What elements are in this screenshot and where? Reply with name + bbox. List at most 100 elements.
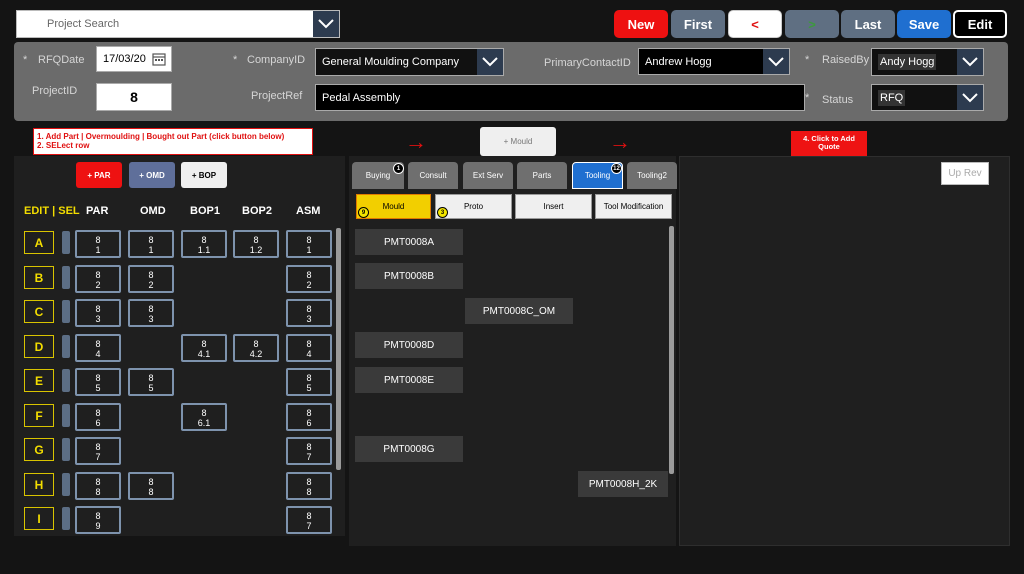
part-cell-asm[interactable]: 87 xyxy=(286,437,332,465)
tool-item[interactable]: PMT0008C_OM xyxy=(465,298,573,324)
part-cell-number: 7 xyxy=(95,452,101,462)
part-cell-project: 8 xyxy=(253,339,259,349)
new-button[interactable]: New xyxy=(614,10,668,38)
row-select-handle[interactable] xyxy=(62,404,70,427)
row-select-handle[interactable] xyxy=(62,473,70,496)
row-select-handle[interactable] xyxy=(62,507,70,530)
add-quote-line-2: Quote xyxy=(818,142,840,151)
part-cell-asm[interactable]: 87 xyxy=(286,506,332,534)
part-cell-number: 8 xyxy=(95,487,101,497)
chevron-down-icon[interactable] xyxy=(477,49,503,75)
rfqdate-field[interactable]: 17/03/20 xyxy=(96,46,172,72)
col-header-bop2: BOP2 xyxy=(242,205,272,217)
contact-select[interactable]: Andrew Hogg xyxy=(638,48,790,75)
tab-consult[interactable]: Consult xyxy=(408,162,458,189)
part-cell-par[interactable]: 85 xyxy=(75,368,121,396)
part-cell-par[interactable]: 89 xyxy=(75,506,121,534)
tool-item[interactable]: PMT0008G xyxy=(355,436,463,462)
row-select-handle[interactable] xyxy=(62,369,70,392)
part-cell-bop1[interactable]: 8 6.1 xyxy=(181,403,227,431)
part-cell-project: 8 xyxy=(306,270,312,280)
save-button[interactable]: Save xyxy=(897,10,951,38)
part-cell-bop1[interactable]: 8 1.1 xyxy=(181,230,227,258)
status-select[interactable]: RFQ xyxy=(871,84,984,111)
part-cell-omd[interactable]: 88 xyxy=(128,472,174,500)
part-cell-asm[interactable]: 83 xyxy=(286,299,332,327)
raisedby-select[interactable]: Andy Hogg xyxy=(871,48,984,76)
raisedby-value: Andy Hogg xyxy=(878,54,937,70)
tab-ext-serv[interactable]: Ext Serv xyxy=(463,162,513,189)
up-rev-button[interactable]: Up Rev xyxy=(941,162,989,185)
part-cell-project: 8 xyxy=(306,304,312,314)
calendar-icon[interactable] xyxy=(152,52,166,69)
part-cell-project: 8 xyxy=(148,373,154,383)
part-cell-omd[interactable]: 82 xyxy=(128,265,174,293)
chevron-down-icon[interactable] xyxy=(763,49,789,74)
row-label[interactable]: A xyxy=(24,231,54,254)
last-button[interactable]: Last xyxy=(841,10,895,38)
add-omd-button[interactable]: + OMD xyxy=(129,162,175,188)
row-select-handle[interactable] xyxy=(62,231,70,254)
tool-item[interactable]: PMT0008H_2K xyxy=(578,471,668,497)
tool-item[interactable]: PMT0008E xyxy=(355,367,463,393)
row-label[interactable]: E xyxy=(24,369,54,392)
prev-button[interactable]: < xyxy=(728,10,782,38)
row-label[interactable]: I xyxy=(24,507,54,530)
left-scrollbar[interactable] xyxy=(336,228,341,470)
next-button[interactable]: > xyxy=(785,10,839,38)
edit-button[interactable]: Edit xyxy=(953,10,1007,38)
part-cell-par[interactable]: 81 xyxy=(75,230,121,258)
mid-scrollbar[interactable] xyxy=(669,226,674,474)
part-cell-asm[interactable]: 82 xyxy=(286,265,332,293)
tab-parts[interactable]: Parts xyxy=(517,162,567,189)
chevron-down-icon[interactable] xyxy=(957,49,983,75)
row-select-handle[interactable] xyxy=(62,438,70,461)
projectid-label: ProjectID xyxy=(32,85,78,97)
add-quote-button[interactable]: 4. Click to Add Quote xyxy=(791,131,867,157)
part-cell-asm[interactable]: 86 xyxy=(286,403,332,431)
row-label[interactable]: C xyxy=(24,300,54,323)
project-search[interactable]: Project Search xyxy=(16,10,340,38)
part-cell-asm[interactable]: 88 xyxy=(286,472,332,500)
first-button[interactable]: First xyxy=(671,10,725,38)
part-cell-par[interactable]: 84 xyxy=(75,334,121,362)
tool-item[interactable]: PMT0008D xyxy=(355,332,463,358)
chevron-down-icon[interactable] xyxy=(313,11,339,37)
add-bop-button[interactable]: + BOP xyxy=(181,162,227,188)
projectref-field[interactable]: Pedal Assembly xyxy=(315,84,805,111)
part-cell-bop2[interactable]: 8 1.2 xyxy=(233,230,279,258)
chevron-down-icon[interactable] xyxy=(957,85,983,110)
tab-tooling2[interactable]: Tooling2 xyxy=(627,162,677,189)
row-label[interactable]: B xyxy=(24,266,54,289)
part-cell-asm[interactable]: 81 xyxy=(286,230,332,258)
part-cell-bop2[interactable]: 8 4.2 xyxy=(233,334,279,362)
projectid-field[interactable]: 8 xyxy=(96,83,172,111)
subtab-insert[interactable]: Insert xyxy=(515,194,592,219)
part-cell-par[interactable]: 86 xyxy=(75,403,121,431)
tool-item[interactable]: PMT0008A xyxy=(355,229,463,255)
part-cell-omd[interactable]: 85 xyxy=(128,368,174,396)
part-cell-asm[interactable]: 85 xyxy=(286,368,332,396)
tool-item[interactable]: PMT0008B xyxy=(355,263,463,289)
row-select-handle[interactable] xyxy=(62,300,70,323)
row-select-handle[interactable] xyxy=(62,335,70,358)
part-cell-asm[interactable]: 84 xyxy=(286,334,332,362)
companyid-select[interactable]: General Moulding Company xyxy=(315,48,504,76)
part-cell-par[interactable]: 88 xyxy=(75,472,121,500)
part-cell-bop1[interactable]: 8 4.1 xyxy=(181,334,227,362)
row-select-handle[interactable] xyxy=(62,266,70,289)
part-cell-par[interactable]: 87 xyxy=(75,437,121,465)
subtab-tool-modification[interactable]: Tool Modification xyxy=(595,194,672,219)
add-par-button[interactable]: + PAR xyxy=(76,162,122,188)
part-cell-par[interactable]: 83 xyxy=(75,299,121,327)
row-label[interactable]: F xyxy=(24,404,54,427)
row-label[interactable]: D xyxy=(24,335,54,358)
add-mould-button[interactable]: + Mould xyxy=(480,127,556,156)
row-label[interactable]: G xyxy=(24,438,54,461)
part-cell-omd[interactable]: 81 xyxy=(128,230,174,258)
part-cell-project: 8 xyxy=(148,270,154,280)
quote-panel xyxy=(679,156,1010,546)
part-cell-omd[interactable]: 83 xyxy=(128,299,174,327)
row-label[interactable]: H xyxy=(24,473,54,496)
part-cell-par[interactable]: 82 xyxy=(75,265,121,293)
